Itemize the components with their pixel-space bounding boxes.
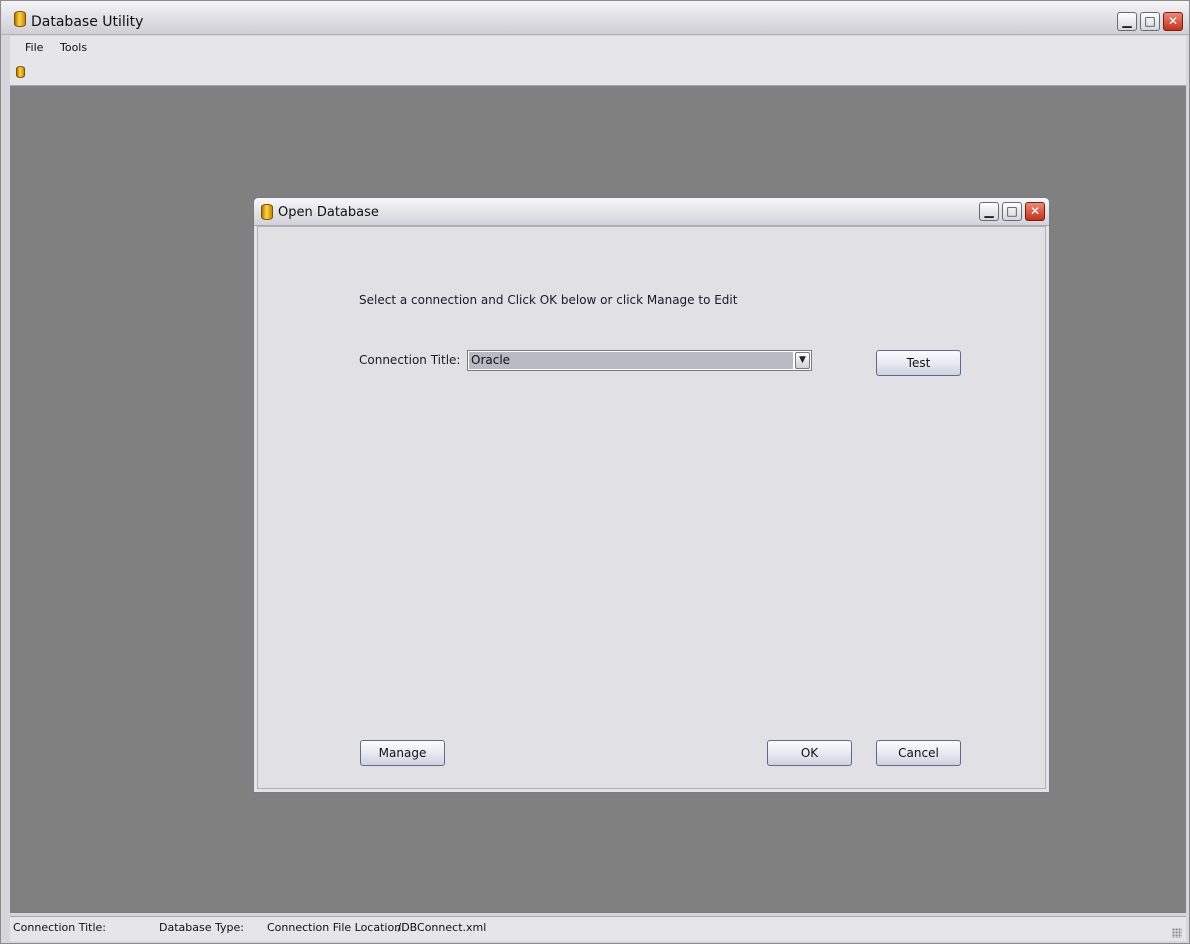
dialog-title: Open Database [278, 205, 379, 220]
manage-button[interactable]: Manage [360, 740, 445, 766]
menu-tools[interactable]: Tools [60, 41, 87, 54]
toolbar-database-icon[interactable] [16, 66, 25, 78]
dialog-minimize-button[interactable]: ▁ [979, 202, 999, 221]
dialog-maximize-button[interactable]: □ [1002, 202, 1022, 221]
window-title: Database Utility [31, 14, 144, 30]
test-button[interactable]: Test [876, 350, 961, 376]
status-database-type: Database Type: [159, 921, 244, 934]
connection-select[interactable]: Oracle ▼ [467, 350, 812, 371]
ok-button[interactable]: OK [767, 740, 852, 766]
instruction-text: Select a connection and Click OK below o… [359, 293, 738, 307]
dialog-title-bar[interactable]: Open Database ▁ □ ✕ [254, 198, 1049, 226]
menu-bar: File Tools [10, 36, 1186, 86]
dialog-close-button[interactable]: ✕ [1025, 202, 1045, 221]
status-connection-title: Connection Title: [13, 921, 107, 934]
maximize-icon: □ [1006, 204, 1018, 218]
open-database-dialog: Open Database ▁ □ ✕ [253, 197, 1050, 793]
chevron-down-icon[interactable]: ▼ [795, 352, 810, 369]
minimize-icon: ▁ [984, 204, 994, 218]
minimize-icon: ▁ [1122, 14, 1132, 28]
title-bar[interactable]: Database Utility ▁ □ ✕ [1, 1, 1189, 35]
maximize-button[interactable]: □ [1140, 12, 1160, 31]
minimize-button[interactable]: ▁ [1117, 12, 1137, 31]
close-icon: ✕ [1167, 14, 1179, 28]
resize-grip-icon[interactable] [1172, 928, 1182, 938]
status-bar: Connection Title: Database Type: Connect… [10, 916, 1186, 941]
close-button[interactable]: ✕ [1163, 12, 1183, 31]
connection-select-value: Oracle [469, 352, 793, 369]
status-file-location-value: ./DBConnect.xml [394, 921, 487, 934]
cancel-button[interactable]: Cancel [876, 740, 961, 766]
status-file-location-label: Connection File Location: [267, 921, 405, 934]
database-icon [261, 204, 273, 220]
main-window: Database Utility ▁ □ ✕ File Tools Open D… [0, 0, 1190, 944]
dialog-body [257, 226, 1046, 789]
database-icon [14, 11, 26, 27]
connection-title-label: Connection Title: [359, 353, 461, 367]
close-icon: ✕ [1029, 204, 1041, 218]
maximize-icon: □ [1144, 14, 1156, 28]
menu-file[interactable]: File [25, 41, 43, 54]
